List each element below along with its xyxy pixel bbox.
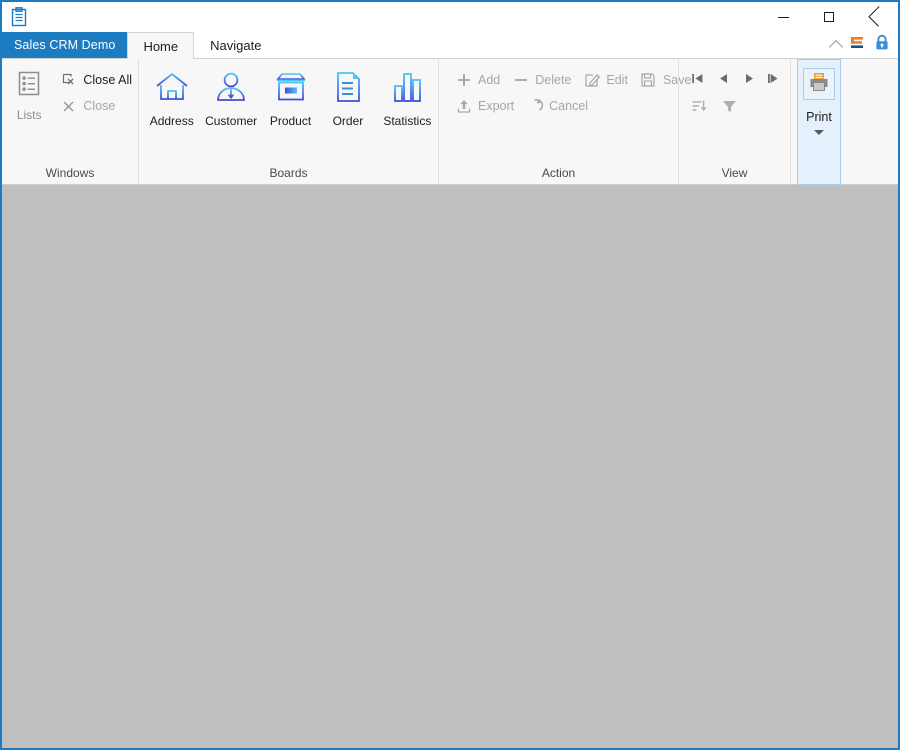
plus-icon [455, 72, 472, 89]
tab-navigate-label: Navigate [210, 38, 261, 53]
view-tools [685, 97, 741, 121]
house-icon [153, 69, 191, 110]
application-window: Sales CRM Demo Home Navigate [0, 0, 900, 750]
close-label: Close [83, 99, 115, 113]
last-record-button[interactable] [763, 69, 787, 93]
document-icon [329, 69, 367, 110]
ribbon-group-view: View [678, 59, 790, 184]
last-record-icon [768, 71, 783, 91]
add-button[interactable]: Add [449, 67, 506, 93]
cancel-label: Cancel [549, 99, 588, 113]
cancel-button[interactable]: Cancel [520, 93, 594, 119]
list-icon [14, 69, 44, 104]
statistics-board-label: Statistics [383, 114, 431, 128]
address-board-button[interactable]: Address [143, 65, 200, 128]
title-bar [2, 2, 898, 32]
action-row-1: Add Delete [449, 67, 697, 93]
print-label: Print [806, 110, 832, 124]
group-label-view: View [679, 162, 790, 184]
ribbon: Lists Close All [2, 59, 898, 185]
floppy-icon [640, 72, 657, 89]
close-icon [869, 11, 881, 23]
customer-board-button[interactable]: Customer [200, 65, 261, 128]
brand-logo-icon[interactable] [849, 34, 866, 56]
order-board-label: Order [333, 114, 364, 128]
printer-icon [808, 71, 830, 98]
close-all-button[interactable]: Close All [54, 67, 138, 93]
app-menu-label: Sales CRM Demo [14, 38, 115, 52]
add-label: Add [478, 73, 500, 87]
close-button-ribbon[interactable]: Close [54, 93, 138, 119]
action-row-2: Export Cancel [449, 93, 594, 119]
maximize-icon [824, 12, 834, 22]
product-board-button[interactable]: Product [262, 65, 319, 128]
sort-icon [691, 98, 708, 120]
filter-button[interactable] [717, 97, 741, 121]
print-button[interactable]: Print [797, 59, 841, 185]
minus-icon [512, 72, 529, 89]
delete-button[interactable]: Delete [506, 67, 577, 93]
close-all-label: Close All [83, 73, 132, 87]
customer-board-label: Customer [205, 114, 257, 128]
edit-button[interactable]: Edit [577, 67, 634, 93]
group-label-windows: Windows [2, 162, 138, 184]
previous-record-icon [716, 71, 731, 91]
undo-icon [526, 98, 543, 115]
export-label: Export [478, 99, 514, 113]
person-icon [212, 69, 250, 110]
close-all-icon [60, 72, 77, 89]
window-controls [760, 2, 898, 32]
lock-icon[interactable] [874, 34, 890, 56]
chevron-down-icon[interactable] [814, 130, 824, 135]
ribbon-group-action: Add Delete [438, 59, 678, 184]
filter-icon [721, 98, 738, 120]
tab-navigate[interactable]: Navigate [194, 32, 277, 58]
lists-button[interactable]: Lists [8, 65, 50, 122]
tab-strip-right-icons [831, 32, 898, 58]
app-menu-tab[interactable]: Sales CRM Demo [2, 32, 127, 58]
clipboard-icon [4, 2, 34, 32]
ribbon-group-print: Print [790, 59, 840, 184]
pencil-icon [583, 72, 600, 89]
chevron-up-icon[interactable] [829, 40, 843, 54]
close-button[interactable] [852, 2, 898, 32]
next-record-icon [742, 71, 757, 91]
close-x-icon [60, 98, 77, 115]
product-board-label: Product [270, 114, 311, 128]
previous-record-button[interactable] [711, 69, 735, 93]
group-label-action: Action [439, 162, 678, 184]
record-navigation [685, 69, 787, 93]
maximize-button[interactable] [806, 2, 852, 32]
sort-button[interactable] [687, 97, 711, 121]
windows-command-list: Close All Close [54, 65, 138, 119]
lists-label: Lists [17, 108, 42, 122]
address-board-label: Address [150, 114, 194, 128]
minimize-button[interactable] [760, 2, 806, 32]
ribbon-group-boards: Address [138, 59, 438, 184]
first-record-button[interactable] [685, 69, 709, 93]
first-record-icon [690, 71, 705, 91]
edit-label: Edit [606, 73, 628, 87]
bar-chart-icon [388, 69, 426, 110]
main-content-area [2, 185, 898, 748]
minimize-icon [778, 17, 789, 18]
ribbon-group-windows: Lists Close All [2, 59, 138, 184]
group-label-boards: Boards [139, 162, 438, 184]
tab-home[interactable]: Home [127, 32, 194, 59]
export-button[interactable]: Export [449, 93, 520, 119]
print-icon-frame [803, 68, 835, 100]
tab-home-label: Home [143, 39, 178, 54]
delete-label: Delete [535, 73, 571, 87]
export-icon [455, 98, 472, 115]
ribbon-tab-strip: Sales CRM Demo Home Navigate [2, 32, 898, 59]
statistics-board-button[interactable]: Statistics [377, 65, 438, 128]
order-board-button[interactable]: Order [319, 65, 376, 128]
box-icon [272, 69, 310, 110]
next-record-button[interactable] [737, 69, 761, 93]
